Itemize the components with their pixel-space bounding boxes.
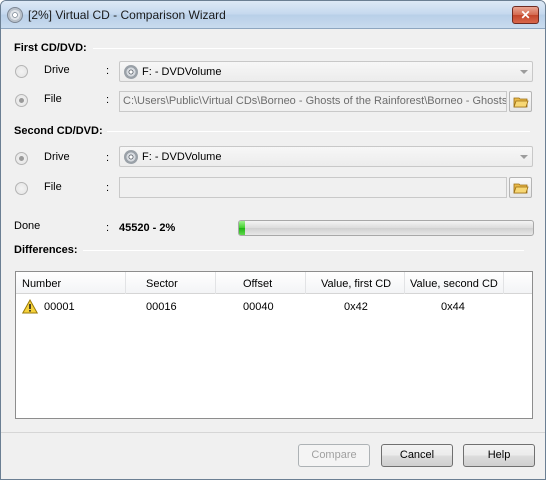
second-drive-label: Drive (44, 151, 70, 163)
differences-list-header: Number Sector Offset Value, first CD Val… (16, 272, 532, 294)
chevron-down-icon (520, 155, 528, 159)
differences-list[interactable]: Number Sector Offset Value, first CD Val… (15, 271, 533, 419)
progress-bar (238, 220, 534, 236)
column-header-number[interactable]: Number (16, 272, 126, 294)
second-drive-colon: : (106, 152, 110, 164)
second-drive-select-value: F: - DVDVolume (142, 151, 222, 163)
close-button[interactable]: ✕ (512, 6, 539, 24)
column-header-value-first[interactable]: Value, first CD (306, 272, 405, 294)
chevron-down-icon (520, 70, 528, 74)
button-bar-divider (1, 432, 545, 433)
comparison-wizard-window: [2%] Virtual CD - Comparison Wizard ✕ Fi… (0, 0, 546, 480)
first-drive-select[interactable]: F: - DVDVolume (119, 61, 533, 82)
first-browse-button[interactable] (509, 91, 532, 112)
progress-bar-fill (239, 221, 245, 235)
first-file-label: File (44, 93, 62, 105)
row-sector-cell: 00016 (146, 301, 177, 313)
first-file-path-field[interactable]: C:\Users\Public\Virtual CDs\Borneo - Gho… (119, 91, 507, 112)
first-drive-label: Drive (44, 64, 70, 76)
row-value-first-cell: 0x42 (344, 301, 368, 313)
second-cd-group-title: Second CD/DVD: (14, 125, 103, 137)
first-file-radio[interactable] (15, 94, 28, 107)
done-colon: : (106, 222, 110, 234)
app-cd-icon (7, 7, 23, 23)
cancel-button[interactable]: Cancel (381, 444, 453, 467)
title-bar[interactable]: [2%] Virtual CD - Comparison Wizard ✕ (1, 1, 545, 29)
column-header-offset[interactable]: Offset (216, 272, 306, 294)
second-file-colon: : (106, 182, 110, 194)
second-file-label: File (44, 181, 62, 193)
help-button[interactable]: Help (463, 444, 535, 467)
second-file-path-field[interactable] (119, 177, 507, 198)
done-label: Done (14, 220, 41, 232)
first-drive-select-value: F: - DVDVolume (142, 66, 222, 78)
second-drive-radio[interactable] (15, 152, 28, 165)
second-drive-select[interactable]: F: - DVDVolume (119, 146, 533, 167)
first-file-colon: : (106, 94, 110, 106)
window-title: [2%] Virtual CD - Comparison Wizard (28, 8, 226, 22)
cd-drive-icon (124, 150, 138, 164)
second-browse-button[interactable] (509, 177, 532, 198)
differences-title: Differences: (14, 244, 78, 256)
first-drive-colon: : (106, 65, 110, 77)
cd-drive-icon (124, 65, 138, 79)
differences-divider (83, 250, 524, 251)
row-number-cell: 00001 (44, 301, 75, 313)
first-drive-radio[interactable] (15, 65, 28, 78)
column-header-value-second[interactable]: Value, second CD (405, 272, 504, 294)
folder-open-icon (513, 97, 529, 108)
row-value-second-cell: 0x44 (441, 301, 465, 313)
row-offset-cell: 00040 (243, 301, 274, 313)
second-file-radio[interactable] (15, 182, 28, 195)
warning-icon (22, 299, 38, 314)
second-cd-divider (107, 131, 530, 132)
first-cd-group-title: First CD/DVD: (14, 42, 87, 54)
folder-open-icon (513, 183, 529, 194)
first-cd-divider (93, 48, 530, 49)
done-value: 45520 - 2% (119, 222, 176, 234)
compare-button[interactable]: Compare (298, 444, 370, 467)
column-header-sector[interactable]: Sector (126, 272, 216, 294)
